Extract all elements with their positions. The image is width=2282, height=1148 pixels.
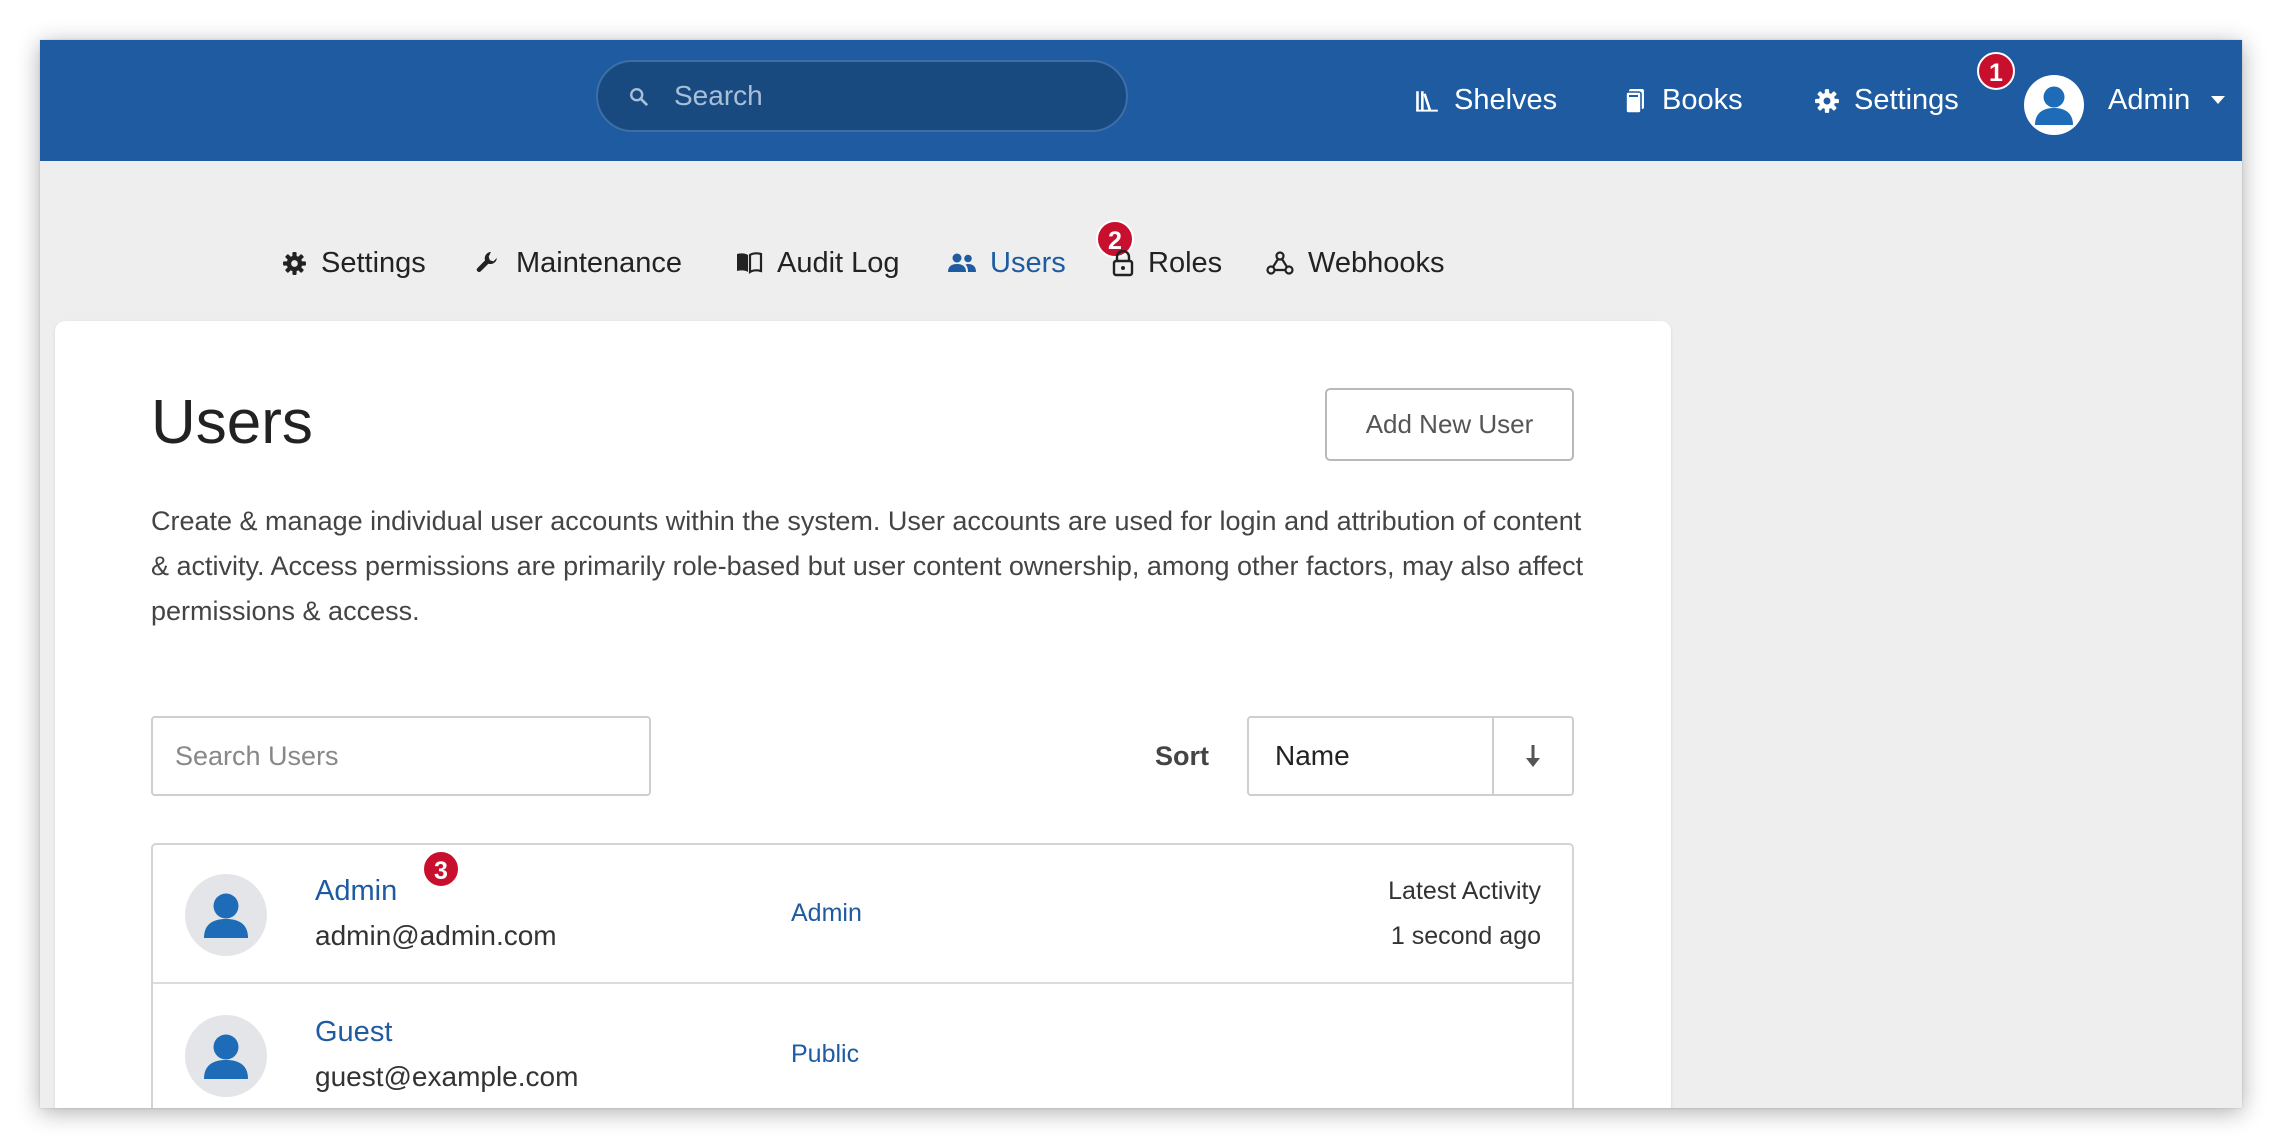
shelves-icon bbox=[1416, 90, 1438, 112]
user-avatar bbox=[185, 874, 267, 956]
open-book-icon bbox=[737, 252, 763, 275]
latest-activity-value: 1 second ago bbox=[1390, 922, 1541, 950]
page-description: Create & manage individual user accounts… bbox=[151, 506, 1584, 626]
sort-select[interactable]: Name bbox=[1247, 716, 1493, 796]
lock-icon bbox=[1112, 249, 1134, 276]
nav-settings-label: Settings bbox=[1854, 84, 1959, 116]
user-name-link[interactable]: Guest bbox=[315, 1016, 392, 1049]
nav-books-link[interactable]: Books bbox=[1624, 40, 1743, 161]
user-list: Admin admin@admin.com Admin Latest Activ… bbox=[151, 843, 1574, 1108]
user-icon bbox=[2035, 86, 2073, 125]
user-icon bbox=[204, 1034, 248, 1079]
nav-books-label: Books bbox=[1662, 84, 1743, 116]
app-window: Shelves Books Settings 1 Admin Settings … bbox=[40, 40, 2242, 1108]
tab-webhooks[interactable]: Webhooks bbox=[1266, 240, 1445, 286]
user-role-link[interactable]: Public bbox=[791, 1040, 859, 1069]
tab-roles[interactable]: Roles bbox=[1112, 240, 1222, 286]
tab-audit-log[interactable]: Audit Log bbox=[735, 240, 900, 286]
user-email: admin@admin.com bbox=[315, 920, 557, 951]
tab-maintenance[interactable]: Maintenance bbox=[474, 240, 682, 286]
user-role-link[interactable]: Admin bbox=[791, 899, 862, 928]
tab-maintenance-label: Maintenance bbox=[516, 246, 683, 279]
tab-roles-label: Roles bbox=[1148, 246, 1223, 279]
tab-settings-label: Settings bbox=[321, 246, 426, 279]
gear-icon bbox=[283, 251, 306, 275]
user-avatar bbox=[185, 1015, 267, 1097]
nav-shelves-link[interactable]: Shelves bbox=[1414, 40, 1557, 161]
annotation-badge-1: 1 bbox=[1977, 52, 2015, 90]
tab-webhooks-label: Webhooks bbox=[1308, 246, 1445, 279]
user-name-link[interactable]: Admin bbox=[315, 875, 397, 908]
users-icon bbox=[948, 253, 976, 272]
wrench-icon bbox=[476, 251, 497, 272]
tab-audit-log-label: Audit Log bbox=[777, 246, 900, 279]
user-avatar-top[interactable] bbox=[2024, 75, 2084, 135]
user-row[interactable]: Admin admin@admin.com Admin Latest Activ… bbox=[153, 845, 1572, 984]
global-search[interactable] bbox=[596, 60, 1128, 132]
gear-icon bbox=[1815, 88, 1839, 113]
user-icon bbox=[204, 893, 248, 938]
tab-settings[interactable]: Settings bbox=[282, 240, 426, 286]
user-row[interactable]: Guest guest@example.com Public bbox=[153, 986, 1572, 1108]
latest-activity-label: Latest Activity bbox=[1388, 877, 1541, 905]
sort-direction-button[interactable] bbox=[1492, 716, 1574, 796]
top-header: Shelves Books Settings 1 Admin bbox=[40, 40, 2242, 161]
user-email: guest@example.com bbox=[315, 1061, 579, 1092]
webhook-icon bbox=[1266, 251, 1294, 275]
add-new-user-button[interactable]: Add New User bbox=[1325, 388, 1574, 461]
global-search-input[interactable] bbox=[674, 62, 1114, 130]
tab-users-label: Users bbox=[990, 246, 1066, 279]
search-icon bbox=[630, 88, 648, 106]
annotation-badge-3: 3 bbox=[422, 850, 460, 888]
page-title: Users bbox=[151, 388, 313, 457]
books-icon bbox=[1625, 88, 1644, 114]
user-menu-name[interactable]: Admin bbox=[2108, 40, 2190, 161]
nav-shelves-label: Shelves bbox=[1454, 84, 1558, 116]
tab-users[interactable]: Users bbox=[948, 240, 1066, 286]
arrow-down-icon bbox=[1526, 745, 1540, 767]
sort-label: Sort bbox=[1155, 741, 1209, 771]
nav-settings-link[interactable]: Settings bbox=[1814, 40, 1959, 161]
users-card: Users Add New User Create & manage indiv… bbox=[55, 321, 1671, 1108]
caret-down-icon[interactable] bbox=[2210, 95, 2226, 105]
search-users-input[interactable] bbox=[151, 716, 651, 796]
